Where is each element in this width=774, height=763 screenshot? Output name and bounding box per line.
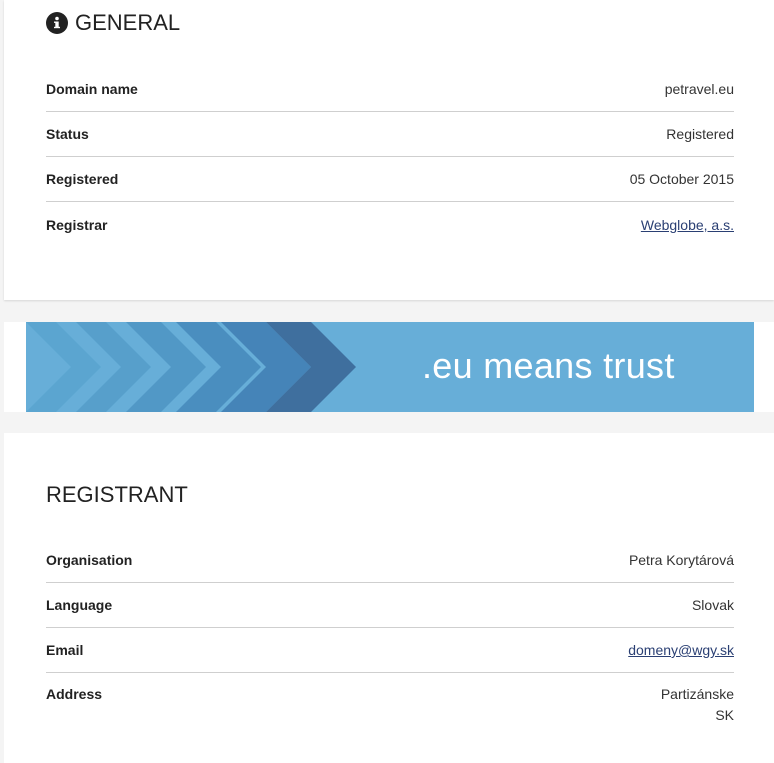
detail-row-status: Status Registered [46,112,734,157]
banner-text: .eu means trust [422,345,675,386]
general-details: Domain name petravel.eu Status Registere… [46,67,734,247]
domain-name-label: Domain name [46,81,138,97]
registered-date-value: 05 October 2015 [629,171,734,187]
registrant-details: Organisation Petra Korytárová Language S… [46,538,734,743]
detail-row-email: Email domeny@wgy.sk [46,628,734,673]
general-title: GENERAL [75,10,181,35]
detail-row-organisation: Organisation Petra Korytárová [46,538,734,583]
status-label: Status [46,126,89,142]
general-heading: GENERAL [46,10,180,36]
registrar-link[interactable]: Webglobe, a.s. [641,217,734,233]
detail-row-registered: Registered 05 October 2015 [46,157,734,202]
address-value: Partizánske SK [661,684,734,726]
detail-row-registrar: Registrar Webglobe, a.s. [46,202,734,247]
general-card: GENERAL Domain name petravel.eu Status R… [4,0,774,300]
domain-name-value: petravel.eu [664,81,734,97]
info-icon [46,12,68,34]
banner-container: .eu means trust [4,322,774,412]
language-value: Slovak [691,597,734,613]
registered-label: Registered [46,171,119,187]
detail-row-domain-name: Domain name petravel.eu [46,67,734,112]
language-label: Language [46,597,113,613]
registrant-card: REGISTRANT Organisation Petra Korytárová… [4,433,774,763]
email-link[interactable]: domeny@wgy.sk [628,642,734,658]
address-line-1: Partizánske [660,686,734,702]
eu-trust-banner[interactable]: .eu means trust [26,322,754,412]
address-line-2: SK [715,707,734,723]
status-value: Registered [666,126,734,142]
registrant-heading: REGISTRANT [46,482,188,508]
registrar-label: Registrar [46,216,108,233]
email-label: Email [46,642,84,658]
registrant-title: REGISTRANT [46,482,188,507]
detail-row-language: Language Slovak [46,583,734,628]
organisation-value: Petra Korytárová [628,552,734,568]
organisation-label: Organisation [46,552,133,568]
detail-row-address: Address Partizánske SK [46,673,734,743]
address-label: Address [46,686,103,702]
